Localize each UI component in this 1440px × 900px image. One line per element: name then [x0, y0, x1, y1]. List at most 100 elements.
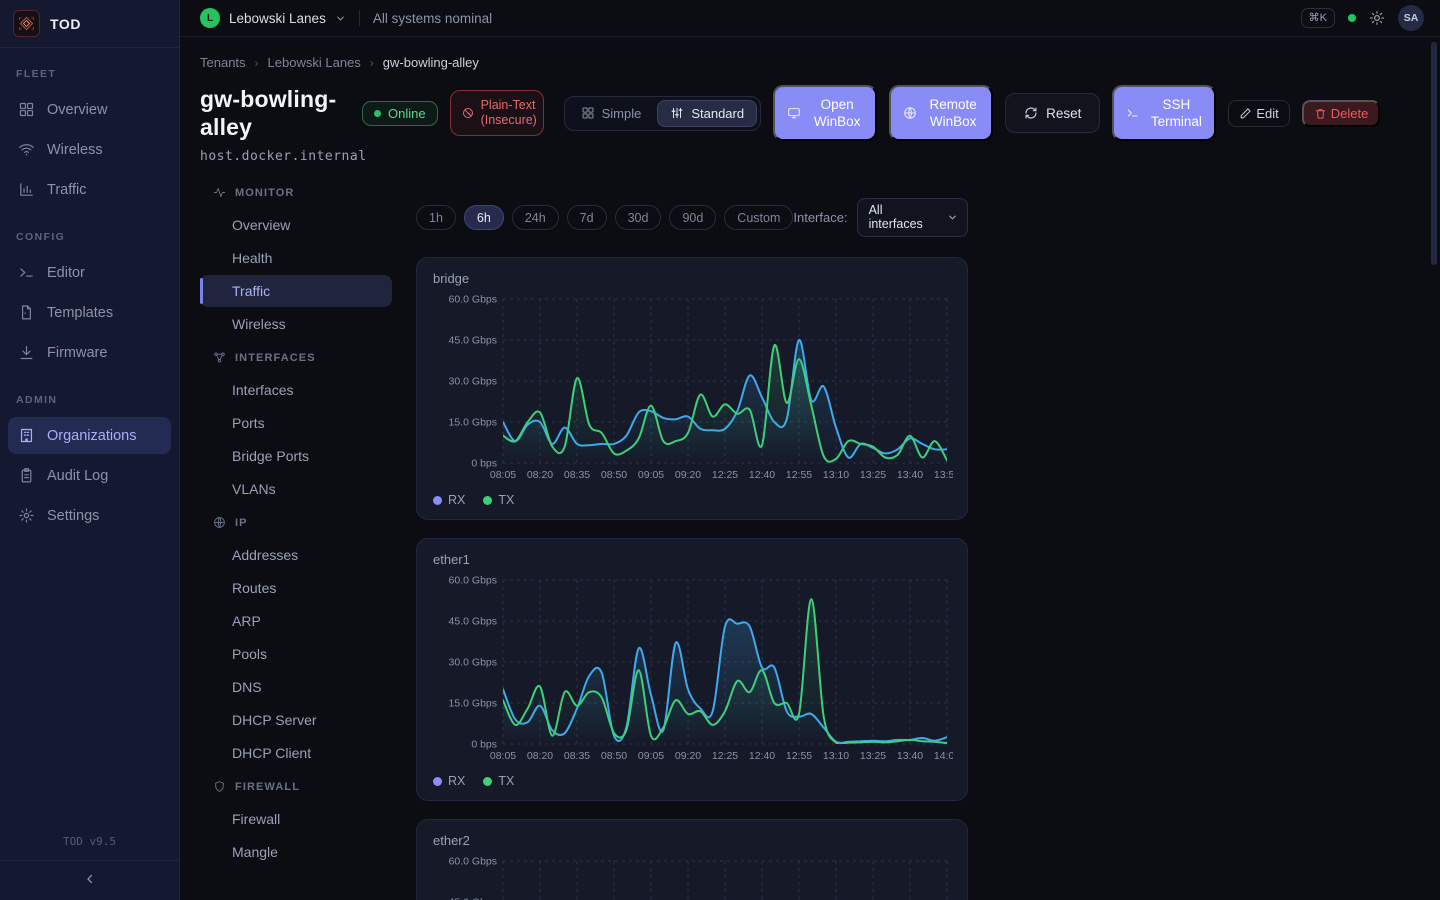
sidebar-nav: FLEETOverviewWirelessTrafficCONFIGEditor… [0, 48, 179, 537]
subnav-item-vlans[interactable]: VLANs [200, 473, 392, 505]
app-version: TOD v9.5 [0, 825, 179, 860]
chart-legend: RXTX [433, 493, 951, 507]
svg-text:13:10: 13:10 [823, 469, 849, 481]
subnav-item-interfaces[interactable]: Interfaces [200, 374, 392, 406]
command-palette-shortcut[interactable]: ⌘K [1301, 8, 1335, 28]
time-range-90d[interactable]: 90d [669, 205, 716, 230]
breadcrumb-item[interactable]: Tenants [200, 55, 246, 70]
subnav-item-routes[interactable]: Routes [200, 572, 392, 604]
user-avatar[interactable]: SA [1398, 5, 1424, 31]
online-dot-icon [374, 110, 381, 117]
subnav-item-bridge-ports[interactable]: Bridge Ports [200, 440, 392, 472]
sliders-icon [670, 106, 684, 120]
chevron-down-icon [335, 13, 346, 24]
view-mode-standard[interactable]: Standard [657, 100, 757, 127]
trash-icon [1314, 107, 1327, 120]
svg-text:09:20: 09:20 [675, 469, 701, 481]
sidebar-item-firmware[interactable]: Firmware [8, 334, 171, 371]
slash-circle-icon [462, 107, 474, 119]
svg-text:13:40: 13:40 [897, 750, 923, 762]
time-range-24h[interactable]: 24h [512, 205, 559, 230]
subnav-item-arp[interactable]: ARP [200, 605, 392, 637]
subnav-section-monitor: MONITOR [200, 176, 392, 208]
file-icon [18, 304, 35, 321]
interface-filter-label: Interface: [793, 210, 847, 225]
subnav-item-firewall[interactable]: Firewall [200, 803, 392, 835]
subnav-item-health[interactable]: Health [200, 242, 392, 274]
reset-button[interactable]: Reset [1005, 93, 1100, 133]
device-host: host.docker.internal [200, 149, 1440, 164]
chart-title: ether1 [433, 552, 951, 567]
subnav-item-wireless[interactable]: Wireless [200, 308, 392, 340]
time-range-1h[interactable]: 1h [416, 205, 456, 230]
svg-text:45.0 Gbps: 45.0 Gbps [449, 616, 497, 628]
svg-text:30.0 Gbps: 30.0 Gbps [449, 376, 497, 388]
subnav-section-firewall: FIREWALL [200, 770, 392, 802]
theme-toggle-sun-icon[interactable] [1369, 10, 1385, 26]
subnav-section-ip: IP [200, 506, 392, 538]
sidebar-item-overview[interactable]: Overview [8, 91, 171, 128]
content: Tenants›Lebowski Lanes›gw-bowling-alley … [180, 37, 1440, 900]
view-mode-simple[interactable]: Simple [568, 100, 655, 127]
chart-legend: RXTX [433, 774, 951, 788]
remote-winbox-button[interactable]: Remote WinBox [889, 85, 993, 141]
time-range-custom[interactable]: Custom [724, 205, 793, 230]
page-title: gw-bowling-alley [200, 85, 350, 141]
sidebar-collapse-button[interactable] [0, 860, 179, 900]
time-range-7d[interactable]: 7d [567, 205, 607, 230]
subnav-item-addresses[interactable]: Addresses [200, 539, 392, 571]
svg-text:09:05: 09:05 [638, 469, 664, 481]
activity-icon [213, 186, 226, 199]
tenant-avatar: L [200, 8, 220, 28]
interface-select[interactable]: All interfaces [857, 198, 968, 237]
device-header: gw-bowling-alley Online Plain-Text (Inse… [200, 85, 1440, 141]
svg-text:60.0 Gbps: 60.0 Gbps [449, 856, 497, 868]
traffic-chart-svg: 0 bps15.0 Gbps30.0 Gbps45.0 Gbps60.0 Gbp… [433, 572, 953, 768]
svg-text:08:35: 08:35 [564, 750, 590, 762]
subnav-item-overview[interactable]: Overview [200, 209, 392, 241]
sidebar-item-audit-log[interactable]: Audit Log [8, 457, 171, 494]
breadcrumb-item: gw-bowling-alley [383, 55, 479, 70]
subnav-item-pools[interactable]: Pools [200, 638, 392, 670]
edit-button[interactable]: Edit [1228, 100, 1289, 127]
svg-text:45.0 Gbps: 45.0 Gbps [449, 897, 497, 900]
sidebar-item-settings[interactable]: Settings [8, 497, 171, 534]
view-mode-toggle: SimpleStandard [564, 96, 762, 131]
plaintext-warning-badge: Plain-Text (Insecure) [450, 90, 544, 136]
sidebar-item-wireless[interactable]: Wireless [8, 131, 171, 168]
app-sidebar: TOD FLEETOverviewWirelessTrafficCONFIGEd… [0, 0, 180, 900]
app-title: TOD [50, 16, 81, 32]
sidebar-item-templates[interactable]: Templates [8, 294, 171, 331]
breadcrumb-item[interactable]: Lebowski Lanes [268, 55, 361, 70]
subnav-item-ports[interactable]: Ports [200, 407, 392, 439]
grid-icon [581, 106, 595, 120]
time-range-30d[interactable]: 30d [615, 205, 662, 230]
download-icon [18, 344, 35, 361]
ssh-terminal-button[interactable]: SSH Terminal [1112, 85, 1216, 141]
subnav-item-dns[interactable]: DNS [200, 671, 392, 703]
svg-text:15.0 Gbps: 15.0 Gbps [449, 698, 497, 710]
vertical-scrollbar-thumb[interactable] [1431, 42, 1437, 265]
subnav-item-dhcp-server[interactable]: DHCP Server [200, 704, 392, 736]
traffic-chart-svg: 0 bps15.0 Gbps30.0 Gbps45.0 Gbps60.0 Gbp… [433, 291, 953, 487]
open-winbox-button[interactable]: Open WinBox [773, 85, 877, 141]
sidebar-item-organizations[interactable]: Organizations [8, 417, 171, 454]
sidebar-item-editor[interactable]: Editor [8, 254, 171, 291]
svg-text:13:25: 13:25 [860, 750, 886, 762]
chevron-left-icon [83, 872, 97, 886]
svg-text:12:25: 12:25 [712, 750, 738, 762]
subnav-item-dhcp-client[interactable]: DHCP Client [200, 737, 392, 769]
time-range-6h[interactable]: 6h [464, 205, 504, 230]
tenant-selector[interactable]: L Lebowski Lanes [200, 8, 346, 28]
subnav-item-mangle[interactable]: Mangle [200, 836, 392, 868]
globe-icon [213, 516, 226, 529]
sidebar-item-traffic[interactable]: Traffic [8, 171, 171, 208]
bar-chart-icon [18, 181, 35, 198]
tenant-name: Lebowski Lanes [229, 11, 326, 26]
svg-text:15.0 Gbps: 15.0 Gbps [449, 417, 497, 429]
main-area: L Lebowski Lanes All systems nominal ⌘K … [180, 0, 1440, 900]
subnav-item-traffic[interactable]: Traffic [200, 275, 392, 307]
gear-icon [18, 507, 35, 524]
delete-button[interactable]: Delete [1302, 100, 1381, 127]
svg-text:12:40: 12:40 [749, 469, 775, 481]
